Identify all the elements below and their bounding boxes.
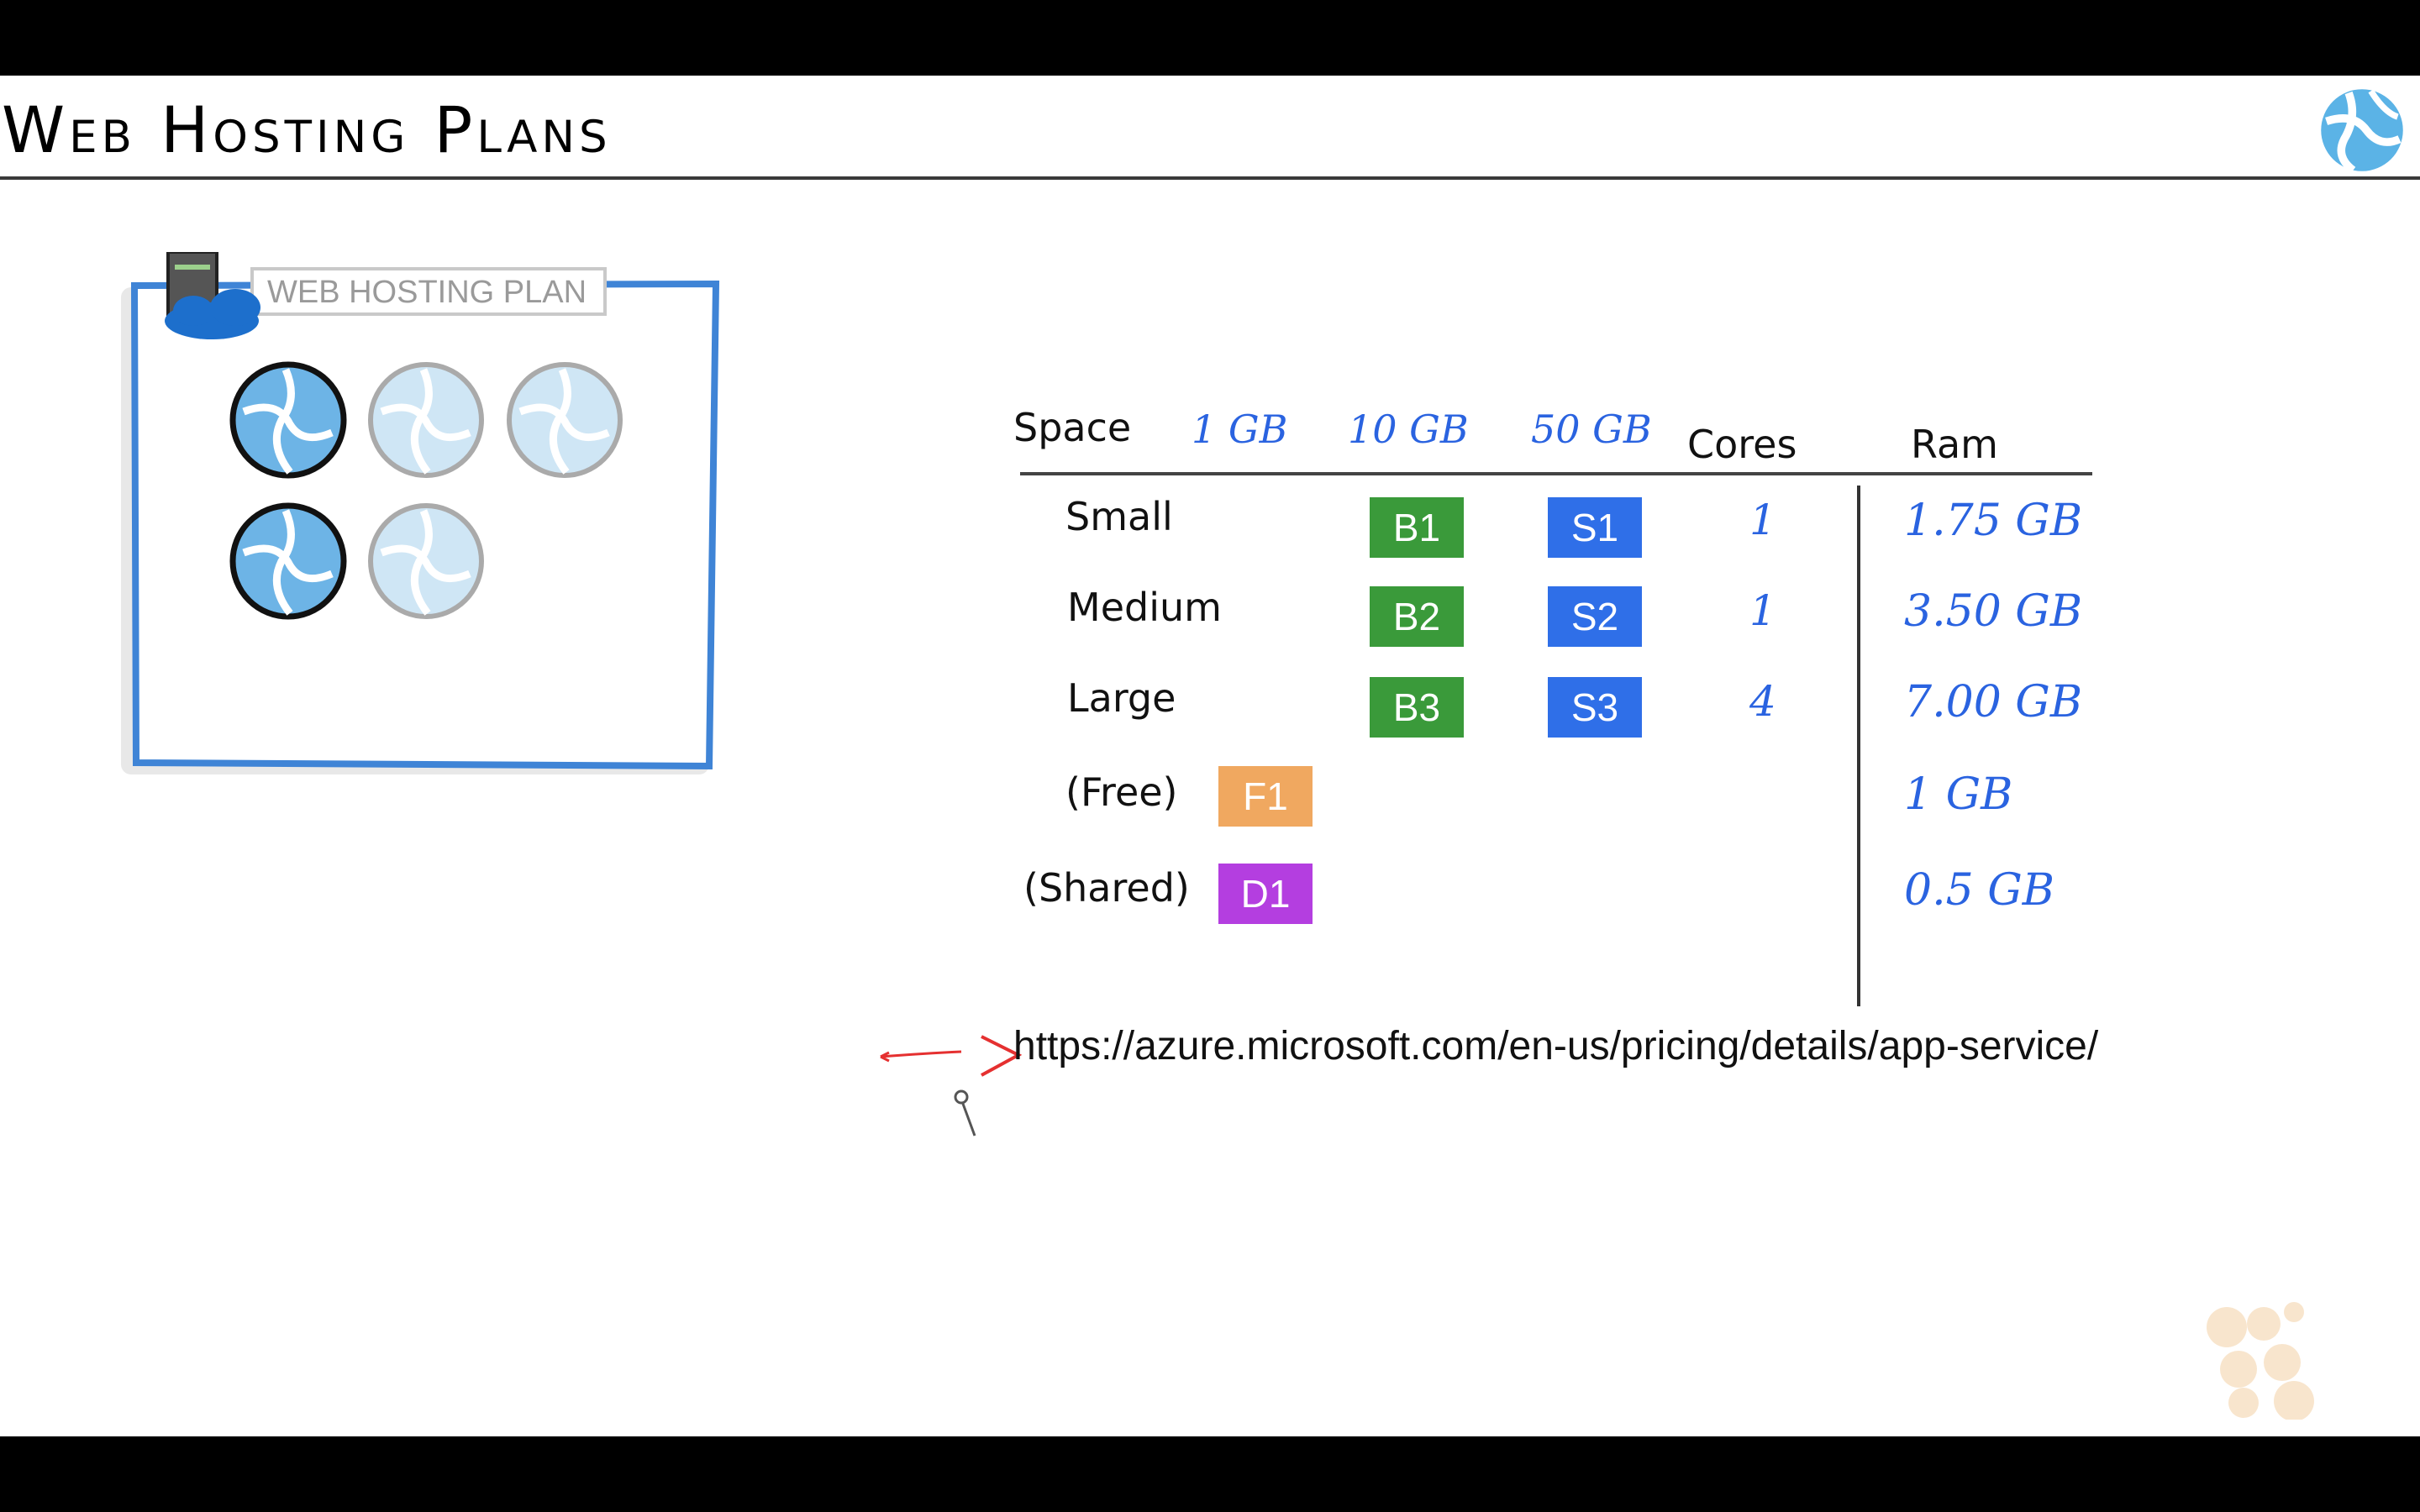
ram-free: 1 GB	[1904, 769, 2013, 820]
tier-s2-badge: S2	[1548, 586, 1642, 647]
tier-s1-badge: S1	[1548, 497, 1642, 558]
space-1gb-header: 1 GB	[1192, 407, 1288, 452]
slide-title: Web Hosting Plans	[2, 92, 612, 167]
tier-b1-badge: B1	[1370, 497, 1464, 558]
plan-label: WEB HOSTING PLAN	[267, 275, 587, 310]
tier-b3-badge: B3	[1370, 677, 1464, 738]
cores-small: 1	[1749, 496, 1776, 544]
row-label-small: Small	[1065, 494, 1173, 539]
row-label-shared: (Shared)	[1023, 865, 1190, 911]
ram-small: 1.75 GB	[1904, 496, 2083, 546]
ram-shared: 0.5 GB	[1904, 865, 2054, 916]
website-globe-icon	[229, 502, 347, 620]
tier-b2-badge: B2	[1370, 586, 1464, 647]
server-cloud-icon	[165, 252, 260, 339]
website-globe-inactive-icon	[507, 362, 623, 478]
tier-s3-badge: S3	[1548, 677, 1642, 738]
space-50gb-header: 50 GB	[1531, 407, 1652, 452]
cores-large: 4	[1749, 677, 1776, 726]
azure-globe-logo-icon	[2321, 89, 2403, 174]
tier-d1-badge: D1	[1218, 864, 1313, 924]
cores-medium: 1	[1749, 586, 1776, 635]
decorative-dots-watermark-icon	[2207, 1302, 2314, 1420]
website-globe-inactive-icon	[368, 362, 484, 478]
title-divider	[0, 176, 2420, 180]
cores-header: Cores	[1687, 422, 1797, 467]
row-label-medium: Medium	[1067, 585, 1222, 630]
row-label-free: (Free)	[1065, 769, 1178, 815]
web-hosting-plan-diagram: WEB HOSTING PLAN	[121, 252, 720, 774]
space-header: Space	[1013, 405, 1132, 450]
space-10gb-header: 10 GB	[1348, 407, 1469, 452]
website-globe-inactive-icon	[368, 503, 484, 619]
tier-f1-badge: F1	[1218, 766, 1313, 827]
ram-header: Ram	[1911, 422, 1998, 467]
row-label-large: Large	[1067, 675, 1176, 721]
ram-large: 7.00 GB	[1904, 677, 2083, 727]
website-globe-icon	[229, 361, 347, 479]
slide: Web Hosting Plans WEB HOSTING PLAN Space…	[0, 76, 2420, 1436]
pricing-url-link[interactable]: https://azure.microsoft.com/en-us/pricin…	[1013, 1023, 2098, 1069]
ram-medium: 3.50 GB	[1904, 586, 2083, 637]
